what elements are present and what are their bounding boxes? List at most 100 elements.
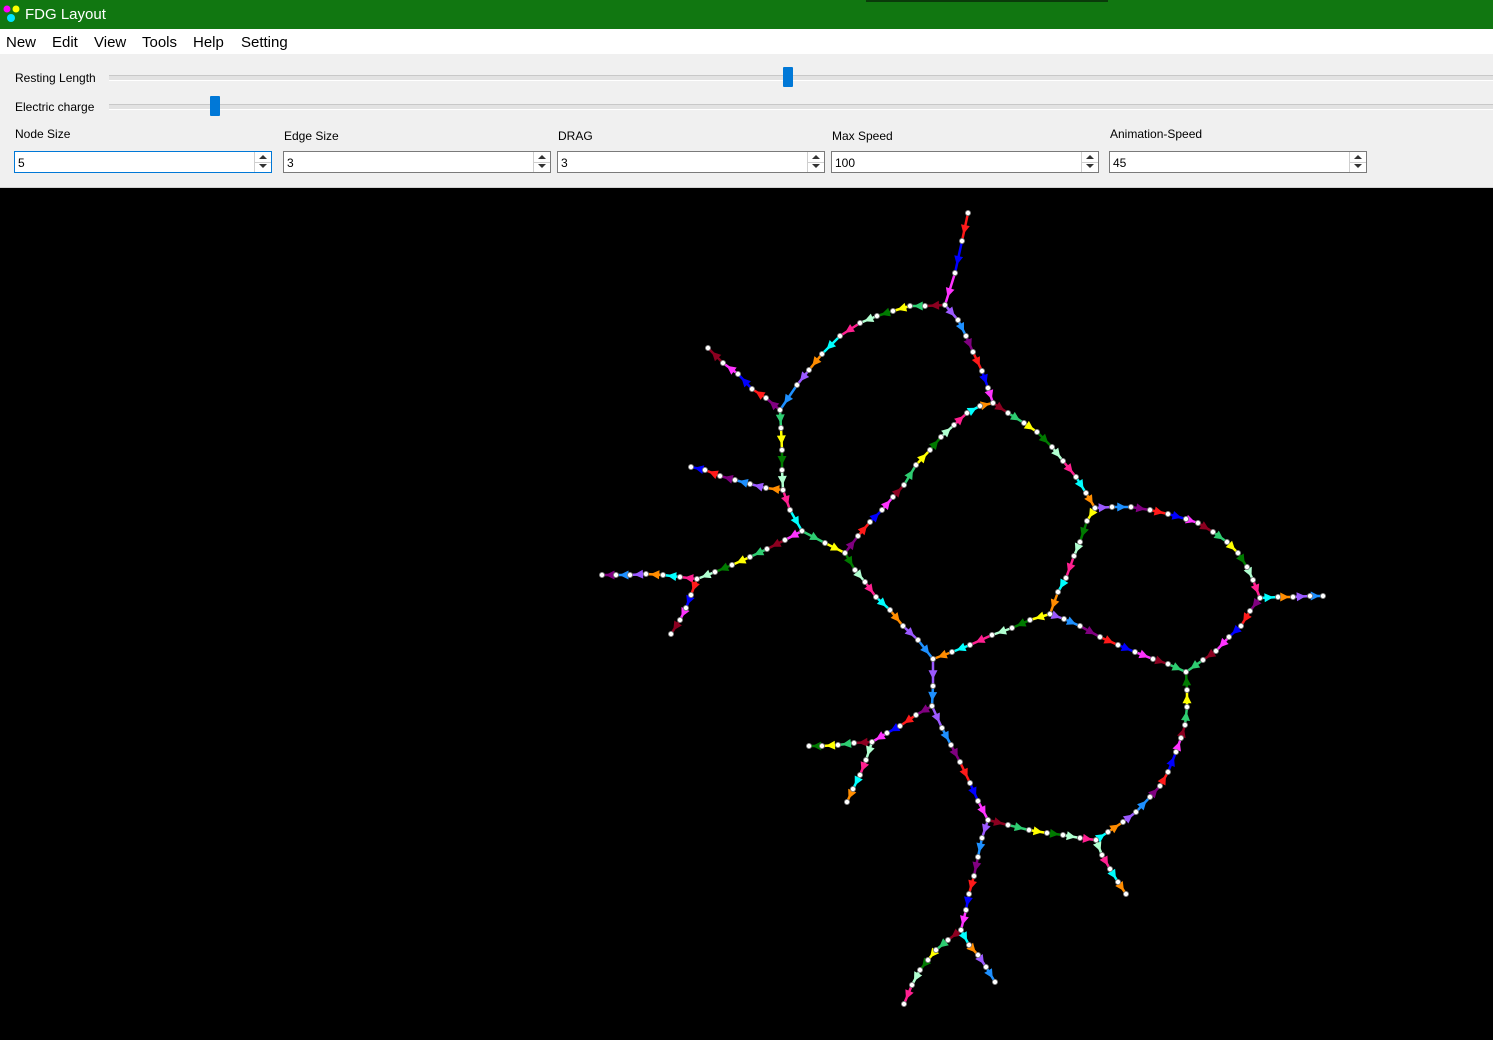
- graph-node-124[interactable]: [897, 723, 904, 730]
- graph-node-117[interactable]: [1009, 624, 1016, 631]
- graph-node-38[interactable]: [660, 571, 667, 578]
- animation-speed-spinbox[interactable]: 45: [1109, 151, 1367, 173]
- graph-node-112[interactable]: [1115, 641, 1122, 648]
- graph-node-74[interactable]: [1021, 419, 1028, 426]
- graph-node-68[interactable]: [955, 316, 962, 323]
- graph-node-43[interactable]: [688, 591, 695, 598]
- graph-node-54[interactable]: [915, 636, 922, 643]
- graph-node-7[interactable]: [874, 313, 881, 320]
- graph-node-121[interactable]: [930, 682, 937, 689]
- graph-node-99[interactable]: [1226, 633, 1233, 640]
- graph-node-81[interactable]: [1109, 503, 1116, 510]
- graph-node-4[interactable]: [922, 303, 929, 310]
- graph-node-37[interactable]: [677, 573, 684, 580]
- graph-node-118[interactable]: [989, 631, 996, 638]
- graph-node-139[interactable]: [975, 798, 982, 805]
- graph-node-11[interactable]: [806, 366, 813, 373]
- graph-node-23[interactable]: [787, 506, 794, 513]
- graph-node-97[interactable]: [1247, 607, 1254, 614]
- graph-node-94[interactable]: [1290, 593, 1297, 600]
- electric-charge-slider-track[interactable]: [109, 104, 1493, 110]
- graph-svg[interactable]: [0, 188, 1493, 1040]
- graph-node-17[interactable]: [720, 359, 727, 366]
- graph-node-128[interactable]: [835, 742, 842, 749]
- graph-node-156[interactable]: [1184, 704, 1191, 711]
- graph-node-144[interactable]: [1060, 832, 1067, 839]
- graph-node-76[interactable]: [1049, 443, 1056, 450]
- graph-node-119[interactable]: [967, 641, 974, 648]
- node-size-spinbox[interactable]: 5: [14, 151, 272, 173]
- graph-node-9[interactable]: [837, 332, 844, 339]
- graph-node-113[interactable]: [1132, 648, 1139, 655]
- graph-node-84[interactable]: [1165, 510, 1172, 517]
- animation-speed-decrement-button[interactable]: [1350, 162, 1366, 172]
- graph-node-102[interactable]: [1183, 668, 1190, 675]
- graph-node-146[interactable]: [1093, 837, 1100, 844]
- graph-node-28[interactable]: [717, 472, 724, 479]
- graph-node-107[interactable]: [1055, 588, 1062, 595]
- drag-spinbox[interactable]: 3: [557, 151, 825, 173]
- graph-node-80[interactable]: [1092, 504, 1099, 511]
- menu-edit[interactable]: Edit: [52, 34, 78, 51]
- graph-node-160[interactable]: [1115, 879, 1122, 886]
- graph-node-136[interactable]: [948, 742, 955, 749]
- resting-length-slider-handle[interactable]: [783, 67, 793, 87]
- graph-node-170[interactable]: [925, 957, 932, 964]
- graph-node-149[interactable]: [1133, 809, 1140, 816]
- graph-node-24[interactable]: [799, 527, 806, 534]
- graph-node-90[interactable]: [1244, 563, 1251, 570]
- graph-node-61[interactable]: [913, 461, 920, 468]
- graph-node-19[interactable]: [778, 424, 785, 431]
- graph-node-168[interactable]: [945, 937, 952, 944]
- graph-node-165[interactable]: [966, 891, 973, 898]
- drag-decrement-button[interactable]: [808, 162, 824, 172]
- graph-node-137[interactable]: [957, 759, 964, 766]
- graph-node-31[interactable]: [782, 536, 789, 543]
- graph-node-152[interactable]: [1165, 769, 1172, 776]
- graph-node-169[interactable]: [933, 947, 940, 954]
- graph-node-72[interactable]: [985, 384, 992, 391]
- graph-node-36[interactable]: [694, 575, 701, 582]
- graph-node-147[interactable]: [1105, 829, 1112, 836]
- graph-node-18[interactable]: [705, 344, 712, 351]
- graph-node-129[interactable]: [819, 743, 826, 750]
- graph-node-175[interactable]: [975, 952, 982, 959]
- graph-node-66[interactable]: [977, 402, 984, 409]
- graph-node-110[interactable]: [1077, 622, 1084, 629]
- graph-node-157[interactable]: [1184, 686, 1191, 693]
- graph-node-106[interactable]: [1063, 574, 1070, 581]
- graph-node-59[interactable]: [890, 493, 897, 500]
- menu-view[interactable]: View: [94, 34, 126, 51]
- graph-node-82[interactable]: [1128, 503, 1135, 510]
- graph-node-55[interactable]: [930, 655, 937, 662]
- graph-node-53[interactable]: [900, 622, 907, 629]
- graph-node-33[interactable]: [747, 553, 754, 560]
- graph-node-64[interactable]: [951, 421, 958, 428]
- menu-help[interactable]: Help: [193, 34, 224, 51]
- graph-node-92[interactable]: [1257, 594, 1264, 601]
- graph-node-40[interactable]: [627, 571, 634, 578]
- graph-node-21[interactable]: [779, 466, 786, 473]
- graph-node-70[interactable]: [970, 348, 977, 355]
- graph-node-153[interactable]: [1173, 749, 1180, 756]
- graph-node-5[interactable]: [907, 303, 914, 310]
- resting-length-slider-track[interactable]: [109, 75, 1493, 81]
- graph-node-141[interactable]: [1005, 822, 1012, 829]
- graph-node-171[interactable]: [917, 967, 924, 974]
- graph-node-77[interactable]: [1060, 457, 1067, 464]
- graph-node-135[interactable]: [939, 725, 946, 732]
- graph-node-151[interactable]: [1157, 783, 1164, 790]
- graph-node-57[interactable]: [867, 518, 874, 525]
- graph-node-26[interactable]: [747, 480, 754, 487]
- graph-node-127[interactable]: [851, 740, 858, 747]
- menu-tools[interactable]: Tools: [142, 34, 177, 51]
- graph-node-16[interactable]: [735, 370, 742, 377]
- edge-size-spinbox[interactable]: 3: [283, 151, 551, 173]
- graph-node-45[interactable]: [677, 616, 684, 623]
- graph-node-39[interactable]: [643, 570, 650, 577]
- graph-node-134[interactable]: [844, 799, 851, 806]
- graph-node-98[interactable]: [1238, 622, 1245, 629]
- graph-node-91[interactable]: [1250, 576, 1257, 583]
- graph-node-12[interactable]: [794, 381, 801, 388]
- graph-node-35[interactable]: [712, 568, 719, 575]
